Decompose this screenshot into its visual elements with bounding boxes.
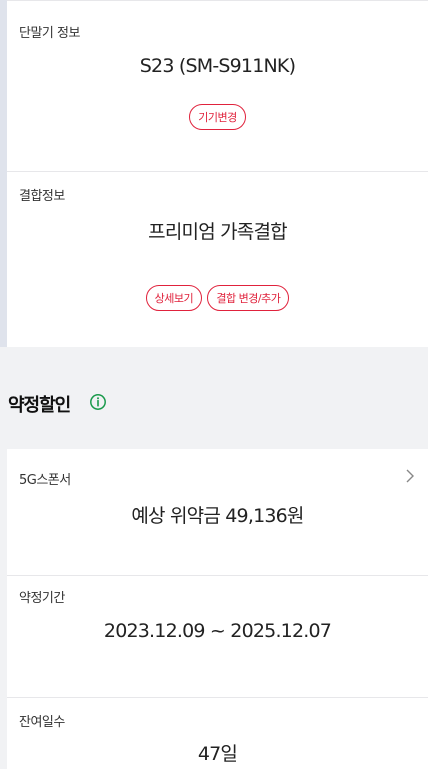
combo-detail-button[interactable]: 상세보기 <box>145 285 203 311</box>
device-divider <box>7 171 428 172</box>
plan-divider <box>7 575 428 576</box>
contract-details-card: 5G스폰서 예상 위약금 49,136원 약정기간 2023.12.09 ~ 2… <box>7 449 428 769</box>
info-circle-icon[interactable] <box>89 393 107 411</box>
device-change-button[interactable]: 기기변경 <box>189 104 246 130</box>
device-model: S23 (SM-S911NK) <box>139 55 296 77</box>
contract-period: 2023.12.09 ~ 2025.12.07 <box>103 620 332 642</box>
remaining-days: 47일 <box>197 743 238 765</box>
combo-name: 프리미엄 가족결합 <box>148 221 287 243</box>
combo-info-title: 결합정보 <box>19 189 65 204</box>
top-section-background: 단말기 정보 S23 (SM-S911NK) 기기변경 결합정보 프리미엄 가족… <box>0 0 428 347</box>
penalty-estimate: 예상 위약금 49,136원 <box>131 505 304 527</box>
device-combo-card: 단말기 정보 S23 (SM-S911NK) 기기변경 결합정보 프리미엄 가족… <box>7 0 428 347</box>
plan-row[interactable]: 5G스폰서 예상 위약금 49,136원 <box>7 449 428 575</box>
device-info-title: 단말기 정보 <box>19 26 80 41</box>
chevron-right-icon[interactable] <box>405 469 415 483</box>
card-top-divider <box>7 0 428 1</box>
contract-discount-title: 약정할인 <box>8 395 71 416</box>
combo-change-button[interactable]: 결합 변경/추가 <box>207 285 290 311</box>
contract-discount-header: 약정할인 <box>0 378 428 446</box>
plan-label: 5G스폰서 <box>19 473 71 488</box>
period-label: 약정기간 <box>19 591 65 606</box>
period-divider <box>7 697 428 698</box>
remaining-label: 잔여일수 <box>19 715 65 730</box>
